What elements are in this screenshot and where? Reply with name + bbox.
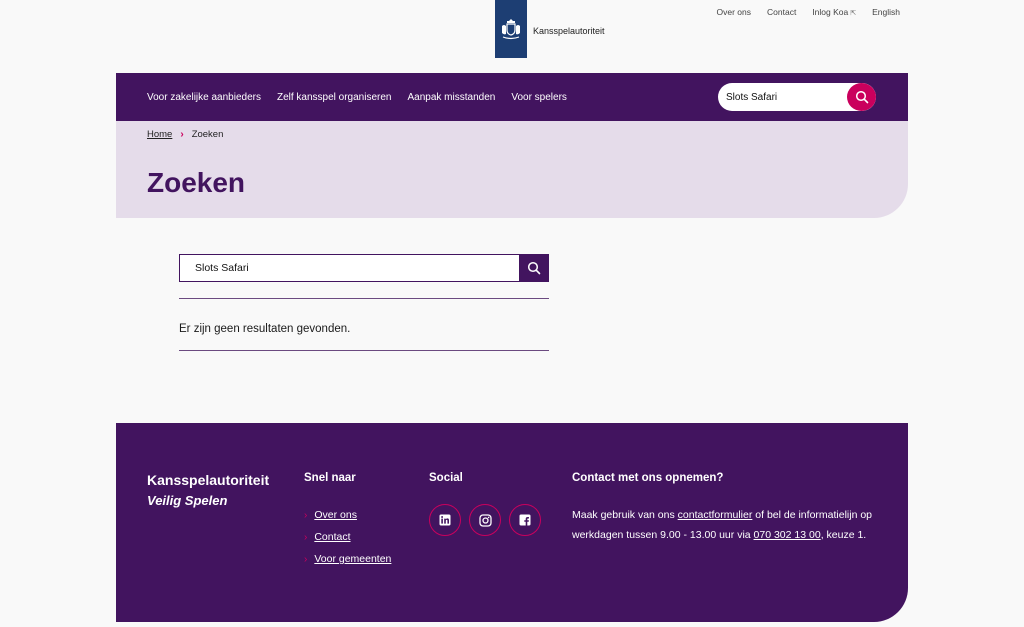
- top-link-english[interactable]: English: [872, 7, 900, 17]
- linkedin-icon: [439, 514, 451, 526]
- footer-contact-text: Maak gebruik van ons contactformulier of…: [572, 505, 887, 545]
- divider: [179, 298, 549, 299]
- footer-quick-heading: Snel naar: [304, 472, 356, 484]
- search-icon: [855, 90, 868, 104]
- divider: [179, 350, 549, 351]
- utility-nav: Over ons Contact Inlog Koa ⇱ English: [717, 7, 900, 17]
- chevron-right-icon: ›: [304, 531, 308, 543]
- page-header: Home › Zoeken Zoeken: [116, 121, 908, 218]
- footer-link-label: Over ons: [314, 509, 357, 521]
- footer-brand: Kansspelautoriteit: [147, 472, 270, 488]
- logo-emblem[interactable]: [495, 0, 527, 58]
- nav-item-aanpak-misstanden[interactable]: Aanpak misstanden: [407, 92, 495, 103]
- footer-link-label: Contact: [314, 531, 351, 543]
- brand-name[interactable]: Kansspelautoriteit: [533, 26, 605, 36]
- breadcrumb: Home › Zoeken: [147, 129, 223, 140]
- nav-search-input[interactable]: [718, 83, 846, 111]
- footer-link-contact[interactable]: › Contact: [304, 531, 391, 543]
- nav-item-voor-spelers[interactable]: Voor spelers: [511, 92, 567, 103]
- no-results-message: Er zijn geen resultaten gevonden.: [179, 323, 351, 335]
- phone-link[interactable]: 070 302 13 00: [754, 529, 821, 541]
- instagram-button[interactable]: [469, 504, 501, 536]
- top-link-inlog-koa[interactable]: Inlog Koa ⇱: [812, 7, 856, 17]
- main-nav: Voor zakelijke aanbieders Zelf kansspel …: [116, 73, 908, 121]
- nav-item-zelf-organiseren[interactable]: Zelf kansspel organiseren: [277, 92, 392, 103]
- footer-link-label: Voor gemeenten: [314, 553, 392, 565]
- facebook-icon: [519, 514, 531, 526]
- external-link-icon: ⇱: [850, 10, 857, 17]
- top-link-over-ons[interactable]: Over ons: [717, 7, 752, 17]
- chevron-right-icon: ›: [304, 553, 308, 565]
- contact-form-link[interactable]: contactformulier: [678, 509, 753, 521]
- chevron-right-icon: ›: [180, 129, 184, 140]
- search-submit-button[interactable]: [519, 254, 549, 282]
- footer-social-heading: Social: [429, 472, 463, 484]
- top-link-contact[interactable]: Contact: [767, 7, 796, 17]
- footer-quick-links: › Over ons › Contact › Voor gemeenten: [304, 509, 391, 565]
- search-form: [179, 254, 549, 282]
- instagram-icon: [478, 513, 492, 527]
- nav-search-box: [718, 83, 876, 111]
- breadcrumb-home[interactable]: Home: [147, 129, 172, 140]
- nav-item-zakelijke-aanbieders[interactable]: Voor zakelijke aanbieders: [147, 92, 261, 103]
- social-links: [429, 504, 541, 536]
- footer-contact-heading: Contact met ons opnemen?: [572, 472, 724, 484]
- footer-link-voor-gemeenten[interactable]: › Voor gemeenten: [304, 553, 391, 565]
- footer-tagline: Veilig Spelen: [147, 493, 228, 508]
- search-icon: [527, 261, 541, 275]
- linkedin-button[interactable]: [429, 504, 461, 536]
- nav-search-button[interactable]: [847, 83, 876, 111]
- facebook-button[interactable]: [509, 504, 541, 536]
- page-title: Zoeken: [147, 167, 246, 198]
- breadcrumb-current: Zoeken: [191, 129, 224, 140]
- chevron-right-icon: ›: [304, 509, 308, 521]
- contact-text-part: , keuze 1.: [820, 529, 867, 541]
- footer-link-over-ons[interactable]: › Over ons: [304, 509, 391, 521]
- top-link-inlog-koa-label: Inlog Koa: [812, 7, 849, 17]
- search-input[interactable]: [179, 254, 520, 282]
- contact-text-part: Maak gebruik van ons: [572, 509, 678, 521]
- coat-of-arms-icon: [502, 19, 520, 40]
- footer: Kansspelautoriteit Veilig Spelen Snel na…: [116, 423, 908, 622]
